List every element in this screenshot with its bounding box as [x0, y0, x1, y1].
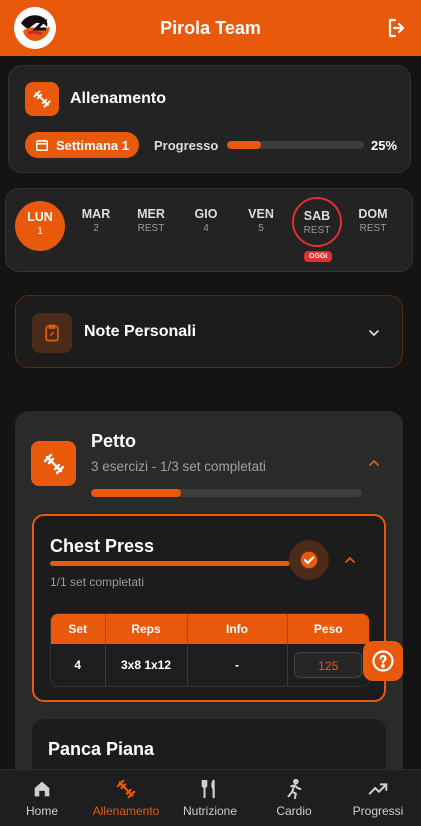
logout-button[interactable]: [385, 16, 409, 40]
col-reps: Reps: [105, 614, 188, 644]
day-subtitle: 5: [258, 223, 264, 234]
group-subtitle: 3 esercizi - 1/3 set completati: [91, 459, 266, 474]
nav-nutrizione[interactable]: Nutrizione: [168, 770, 252, 826]
week-days-strip: LUN 1 MAR 2 MER REST GIO 4 VEN 5 SAB REST OGGI DOM RES…: [5, 188, 413, 272]
group-title: Petto: [91, 431, 136, 451]
complete-toggle[interactable]: [289, 540, 329, 580]
day-sab[interactable]: SAB REST: [292, 197, 342, 247]
sets-table-wrap: Set Reps Info Peso 4 3x8 1x12 - 125: [50, 613, 370, 687]
progress-label: Progresso: [154, 138, 219, 153]
week-selector[interactable]: Settimana 1: [25, 132, 139, 158]
notes-title: Note Personali: [84, 323, 197, 340]
training-card: Allenamento Settimana 1 Progresso 25%: [8, 65, 411, 173]
exercise-progress-bar: [50, 561, 290, 566]
day-ven[interactable]: VEN 5: [236, 207, 286, 234]
team-logo: [14, 7, 56, 49]
logout-icon: [388, 18, 405, 38]
nav-progressi[interactable]: Progressi: [336, 770, 420, 826]
dumbbell-icon: [43, 453, 64, 474]
clipboard-edit-icon: [45, 324, 59, 342]
cell-reps: 3x8 1x12: [105, 644, 188, 686]
trending-up-icon: [368, 783, 388, 795]
day-subtitle: 4: [203, 223, 209, 234]
muscle-group-card: Petto 3 esercizi - 1/3 set completati Ch…: [15, 411, 403, 799]
dumbbell-icon: [33, 90, 51, 108]
sets-table: Set Reps Info Peso 4 3x8 1x12 - 125: [51, 614, 369, 686]
nav-label: Progressi: [352, 804, 404, 818]
day-name: MAR: [81, 207, 111, 221]
exercise-card: Chest Press 1/1 set completati Set Reps …: [32, 514, 386, 702]
day-name: GIO: [194, 207, 218, 221]
training-title: Allenamento: [70, 90, 167, 107]
day-dom[interactable]: DOM REST: [348, 207, 398, 234]
next-exercise-title: Panca Piana: [48, 739, 155, 759]
nav-label: Home: [25, 804, 58, 818]
day-lun[interactable]: LUN 1: [15, 201, 65, 251]
training-progress-bar: [227, 141, 364, 149]
calendar-icon: [35, 139, 49, 152]
day-name: DOM: [358, 207, 388, 221]
check-circle-icon: [300, 551, 318, 569]
help-button[interactable]: [363, 641, 403, 681]
col-set: Set: [51, 614, 106, 644]
today-badge: OGGI: [304, 251, 333, 262]
day-name: LUN: [27, 210, 53, 224]
training-icon-box: [25, 82, 59, 116]
notes-panel[interactable]: Note Personali: [15, 295, 403, 368]
nav-label: Cardio: [276, 804, 312, 818]
nav-allenamento[interactable]: Allenamento: [84, 770, 168, 826]
col-info: Info: [187, 614, 288, 644]
day-subtitle: 1: [37, 226, 43, 237]
running-icon: [287, 778, 302, 800]
nav-home[interactable]: Home: [0, 770, 84, 826]
day-name: MER: [137, 207, 165, 221]
chevron-down-icon: [369, 330, 379, 337]
group-progress-bar: [91, 489, 362, 497]
dumbbell-icon: [116, 779, 136, 799]
nav-label: Allenamento: [92, 804, 160, 818]
day-gio[interactable]: GIO 4: [181, 207, 231, 234]
fork-knife-icon: [201, 779, 215, 799]
col-peso: Peso: [287, 614, 369, 644]
chevron-up-icon[interactable]: [342, 552, 358, 568]
progress-percent: 25%: [371, 138, 398, 153]
cell-peso: 125: [287, 644, 369, 686]
exercise-title: Chest Press: [50, 536, 155, 556]
group-icon-box: [31, 441, 76, 486]
group-progress-fill: [91, 489, 182, 497]
chevron-up-icon[interactable]: [366, 455, 382, 471]
help-icon: [372, 650, 394, 672]
home-icon: [34, 781, 50, 797]
cell-info: -: [187, 644, 288, 686]
weight-input[interactable]: 125: [294, 652, 363, 678]
notes-icon-box: [32, 313, 72, 353]
day-subtitle: REST: [303, 225, 331, 236]
bottom-navigation: Home Allenamento Nutrizione Cardio Progressi: [0, 769, 421, 826]
top-bar: Pirola Team: [0, 0, 421, 56]
nav-cardio[interactable]: Cardio: [252, 770, 336, 826]
day-subtitle: REST: [137, 223, 165, 234]
day-name: SAB: [303, 209, 331, 223]
day-name: VEN: [248, 207, 274, 221]
day-subtitle: 2: [93, 223, 99, 234]
day-mar[interactable]: MAR 2: [71, 207, 121, 234]
day-mer[interactable]: MER REST: [126, 207, 176, 234]
week-label: Settimana 1: [56, 137, 129, 153]
app-title: Pirola Team: [160, 17, 261, 38]
nav-label: Nutrizione: [182, 804, 238, 818]
cell-set: 4: [51, 644, 106, 686]
exercise-status: 1/1 set completati: [50, 575, 145, 589]
exercise-progress-fill: [50, 561, 290, 566]
table-row: 4 3x8 1x12 - 125: [51, 644, 369, 686]
sets-table-header: Set Reps Info Peso: [51, 614, 369, 644]
training-progress-fill: [227, 141, 262, 149]
day-subtitle: REST: [359, 223, 387, 234]
